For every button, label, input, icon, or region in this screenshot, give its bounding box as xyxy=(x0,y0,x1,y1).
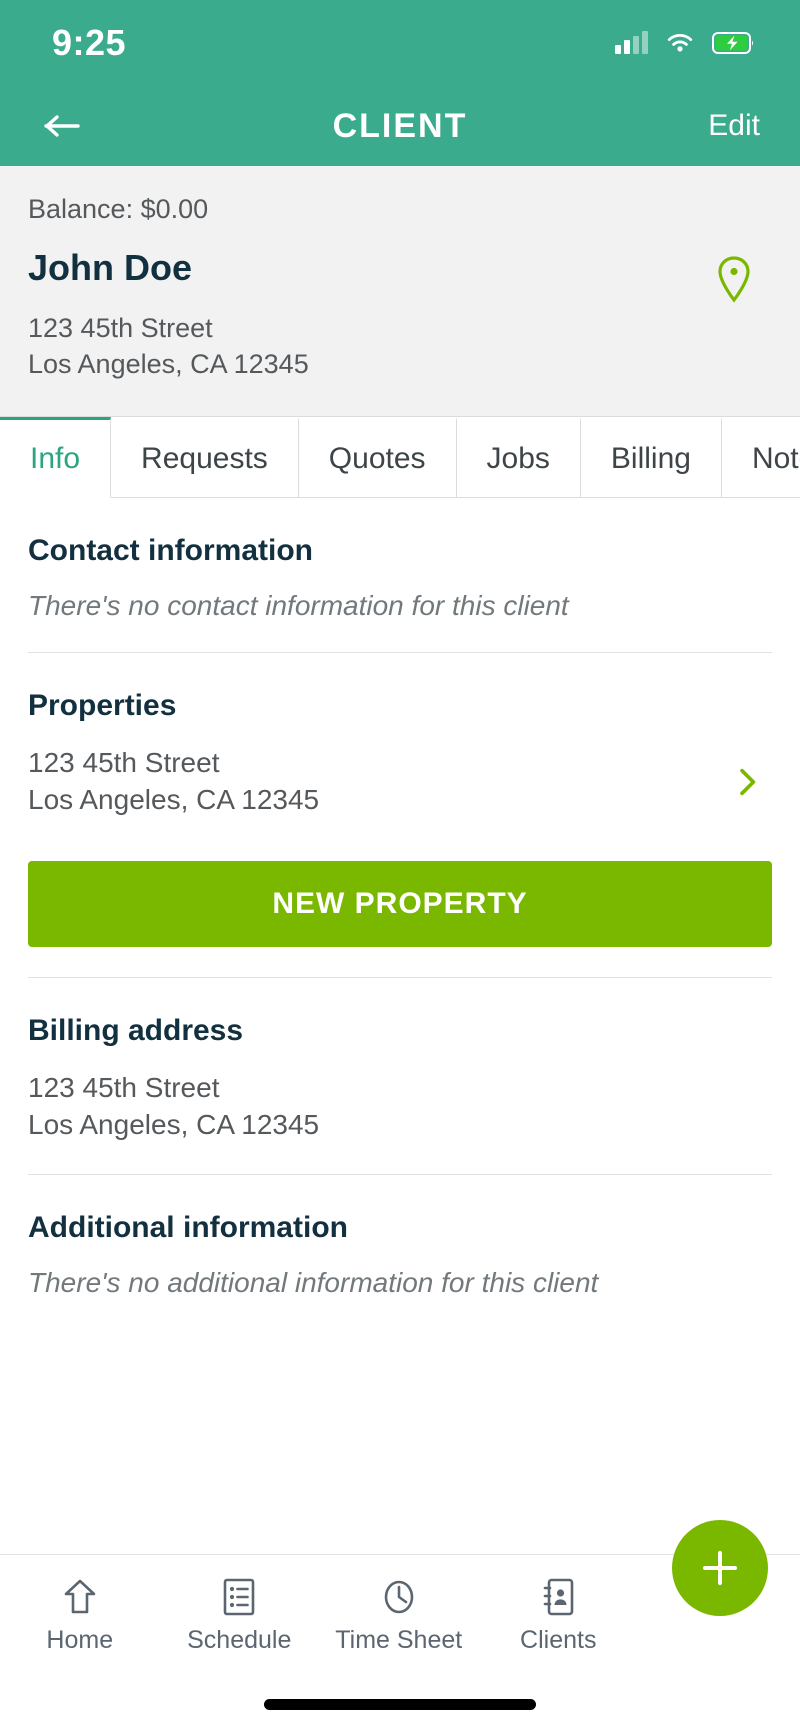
status-icons xyxy=(615,31,756,55)
section-properties: Properties 123 45th Street Los Angeles, … xyxy=(28,652,772,977)
client-address: 123 45th Street Los Angeles, CA 12345 xyxy=(28,311,772,382)
bottom-nav-label: Clients xyxy=(520,1626,597,1654)
tab-content-info: Contact information There's no contact i… xyxy=(0,498,800,1330)
tab-notes[interactable]: Notes xyxy=(721,417,800,499)
section-title: Properties xyxy=(28,689,177,723)
section-additional-information: Additional information There's no additi… xyxy=(28,1174,772,1329)
tab-requests[interactable]: Requests xyxy=(111,417,299,499)
tab-quotes[interactable]: Quotes xyxy=(298,417,457,499)
tab-label: Requests xyxy=(141,441,268,475)
navigation-bar: CLIENT Edit xyxy=(0,86,800,166)
tab-label: Jobs xyxy=(486,441,550,475)
billing-address: 123 45th Street Los Angeles, CA 12345 xyxy=(28,1070,772,1144)
section-title: Contact information xyxy=(28,534,313,568)
client-name: John Doe xyxy=(28,247,193,288)
battery-charging-icon xyxy=(712,32,754,54)
section-title: Additional information xyxy=(28,1211,348,1245)
billing-address-line1: 123 45th Street xyxy=(28,1072,220,1104)
bottom-nav-label: Time Sheet xyxy=(335,1626,463,1654)
signal-bars-icon xyxy=(615,31,648,54)
contact-book-icon xyxy=(543,1578,574,1616)
property-address-line1: 123 45th Street xyxy=(28,747,220,779)
bottom-nav-item-schedule[interactable]: Schedule xyxy=(160,1576,320,1655)
home-icon xyxy=(64,1579,96,1614)
tab-strip[interactable]: Info Requests Quotes Jobs Billing Notes xyxy=(0,416,800,499)
page-title: CLIENT xyxy=(332,106,468,145)
section-billing-address: Billing address 123 45th Street Los Ange… xyxy=(28,977,772,1174)
bottom-nav-item-home[interactable]: Home xyxy=(0,1576,160,1655)
property-list-item[interactable]: 123 45th Street Los Angeles, CA 12345 xyxy=(28,745,772,819)
client-summary-card: Balance: $0.00 John Doe 123 45th Street … xyxy=(0,166,800,417)
app-screen: 9:25 CLIENT Edit Balance: $0.00 John Doe… xyxy=(0,0,800,1731)
section-title: Billing address xyxy=(28,1014,244,1048)
add-button[interactable] xyxy=(672,1520,768,1616)
section-contact-information: Contact information There's no contact i… xyxy=(28,498,772,652)
billing-address-line2: Los Angeles, CA 12345 xyxy=(28,1109,320,1141)
status-bar: 9:25 xyxy=(0,0,800,86)
wifi-icon xyxy=(667,34,693,52)
tab-jobs[interactable]: Jobs xyxy=(456,417,581,499)
bottom-nav-item-clients[interactable]: Clients xyxy=(479,1576,639,1655)
property-address: 123 45th Street Los Angeles, CA 12345 xyxy=(28,745,319,819)
map-pin-button[interactable] xyxy=(710,254,758,306)
tab-label: Info xyxy=(30,441,81,475)
clock-icon xyxy=(384,1580,414,1614)
map-pin-icon xyxy=(718,256,750,303)
contact-empty-text: There's no contact information for this … xyxy=(28,590,569,622)
bottom-nav-item-time-sheet[interactable]: Time Sheet xyxy=(319,1576,479,1655)
tab-label: Billing xyxy=(610,441,691,475)
client-address-line1: 123 45th Street xyxy=(28,313,213,343)
home-indicator xyxy=(264,1699,536,1710)
tab-billing[interactable]: Billing xyxy=(580,417,722,499)
property-address-line2: Los Angeles, CA 12345 xyxy=(28,784,320,816)
list-icon xyxy=(223,1578,255,1616)
edit-button[interactable]: Edit xyxy=(708,109,760,143)
status-time: 9:25 xyxy=(52,22,127,63)
tab-label: Quotes xyxy=(328,441,426,475)
balance-label: Balance: $0.00 xyxy=(28,194,209,224)
chevron-right-icon xyxy=(740,769,756,796)
tab-info[interactable]: Info xyxy=(0,417,112,499)
bottom-nav-label: Schedule xyxy=(187,1626,292,1654)
client-address-line2: Los Angeles, CA 12345 xyxy=(28,348,309,379)
top-bar: 9:25 CLIENT Edit xyxy=(0,0,800,166)
additional-empty-text: There's no additional information for th… xyxy=(28,1267,599,1299)
bottom-nav-label: Home xyxy=(46,1626,114,1654)
plus-icon xyxy=(703,1551,737,1585)
tab-label: Notes xyxy=(751,441,800,475)
new-property-button[interactable]: NEW PROPERTY xyxy=(28,861,772,948)
